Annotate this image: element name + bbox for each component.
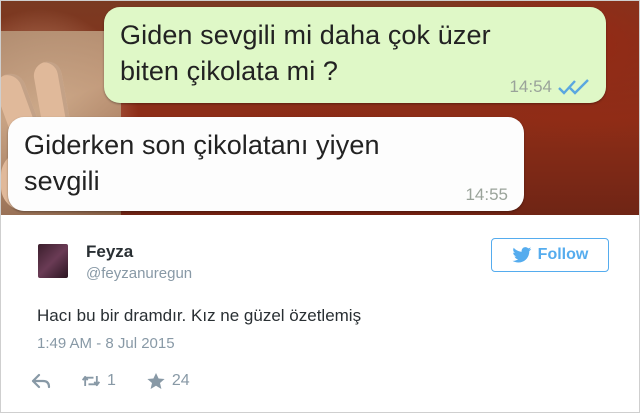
reply-icon — [31, 373, 51, 389]
twitter-bird-icon — [512, 247, 531, 263]
retweet-icon — [81, 375, 101, 387]
star-icon — [147, 373, 165, 389]
chat-screenshot: Giden sevgili mi daha çok üzer biten çik… — [1, 1, 639, 215]
outgoing-message-text: Giden sevgili mi daha çok üzer biten çik… — [120, 20, 491, 86]
incoming-message-text: Giderken son çikolatanı yiyen sevgili — [24, 130, 380, 196]
favorite-button[interactable]: 24 — [146, 372, 190, 390]
incoming-message-bubble: Giderken son çikolatanı yiyen sevgili 14… — [8, 117, 524, 211]
embedded-tweet-card: Giden sevgili mi daha çok üzer biten çik… — [0, 0, 640, 413]
reply-button[interactable] — [31, 372, 51, 390]
favorite-count: 24 — [171, 372, 190, 389]
double-check-icon — [558, 79, 589, 95]
tweet-actions: 1 24 — [31, 369, 190, 393]
tweet-text: Hacı bu bir dramdır. Kız ne güzel özetle… — [37, 306, 362, 325]
follow-button-label: Follow — [537, 246, 589, 263]
outgoing-message-bubble: Giden sevgili mi daha çok üzer biten çik… — [104, 7, 606, 103]
avatar[interactable] — [38, 244, 68, 278]
author-name[interactable]: Feyza — [86, 242, 133, 262]
incoming-message-time: 14:55 — [465, 185, 508, 204]
retweet-button[interactable]: 1 — [81, 372, 116, 390]
tweet-timestamp[interactable]: 1:49 AM - 8 Jul 2015 — [37, 335, 175, 352]
author-handle[interactable]: @feyzanuregun — [86, 265, 192, 282]
outgoing-message-time: 14:54 — [509, 77, 552, 96]
follow-button[interactable]: Follow — [491, 238, 609, 272]
retweet-count: 1 — [107, 372, 116, 389]
